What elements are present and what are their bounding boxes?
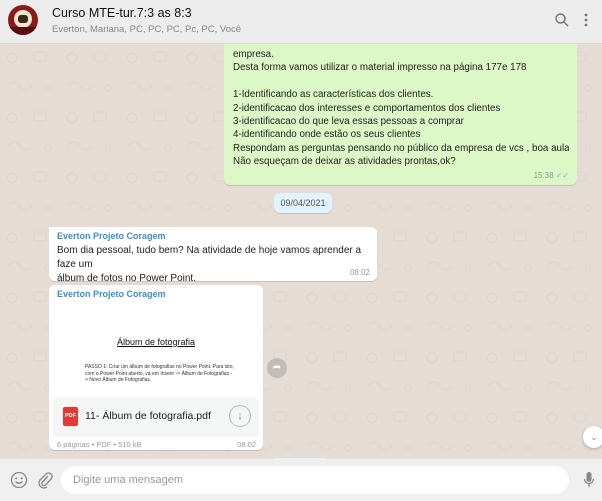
pdf-icon: PDF: [63, 407, 78, 426]
chat-title[interactable]: Curso MTE-tur.7:3 as 8:3: [52, 6, 192, 20]
message-line: Respondam as perguntas pensando no públi…: [233, 142, 569, 154]
file-meta: 6 páginas • PDF • 510 kB: [57, 440, 142, 449]
chat-header[interactable]: Curso MTE-tur.7:3 as 8:3 Everton, Marian…: [0, 0, 602, 44]
message-line: 2-identificacao dos interesses e comport…: [233, 102, 501, 114]
preview-text: PASSO 1: Criar um álbum de fotografias n…: [85, 364, 234, 383]
message-time: 08:02: [237, 440, 256, 449]
forward-icon[interactable]: ➦: [267, 358, 287, 378]
message-line: álbum de fotos no Power Point.: [57, 273, 196, 284]
incoming-file-message[interactable]: Everton Projeto Coragem Álbum de fotogra…: [49, 285, 263, 450]
document-preview[interactable]: Álbum de fotografia PASSO 1: Criar um ál…: [53, 303, 259, 395]
message-time-text: 15:38: [533, 170, 554, 180]
message-input[interactable]: [61, 466, 569, 494]
search-icon[interactable]: [554, 12, 570, 28]
message-line: [233, 75, 569, 88]
scroll-down-icon[interactable]: ⌄: [583, 426, 602, 448]
message-time: 08:02: [349, 268, 370, 277]
menu-icon[interactable]: [583, 12, 589, 28]
file-name: 11- Álbum de fotografia.pdf: [85, 410, 211, 422]
compose-bar: [0, 459, 602, 501]
sender-name[interactable]: Everton Projeto Coragem: [57, 289, 259, 299]
microphone-icon[interactable]: [583, 471, 595, 489]
file-attachment[interactable]: PDF 11- Álbum de fotografia.pdf ↓: [53, 397, 259, 437]
avatar-detail: [18, 15, 28, 23]
paperclip-icon[interactable]: [37, 471, 53, 489]
message-line: empresa.: [233, 49, 274, 60]
group-avatar[interactable]: [8, 5, 38, 35]
message-text: Bom dia pessoal, tudo bem? Na atividade …: [57, 244, 369, 286]
outgoing-message[interactable]: empresa. Desta forma vamos utilizar o ma…: [224, 44, 577, 185]
message-line: 4-identificando onde estão os seus clien…: [233, 129, 421, 141]
date-divider: 09/04/2021: [274, 193, 332, 213]
sender-name[interactable]: Everton Projeto Coragem: [57, 231, 369, 241]
message-line: 3-identificacao do que leva essas pessoa…: [233, 116, 464, 128]
message-line: Desta forma vamos utilizar o material im…: [233, 62, 527, 74]
emoji-icon[interactable]: [10, 471, 28, 489]
chat-participants: Everton, Mariana, PC, PC, PC, Pc, PC, Vo…: [52, 24, 242, 35]
message-line: 1-Identificando as características dos c…: [233, 89, 434, 101]
preview-title: Álbum de fotografia: [116, 337, 196, 347]
message-time: 15:38 ✓✓: [534, 169, 569, 182]
avatar-band: [8, 27, 38, 35]
chat-area[interactable]: empresa. Desta forma vamos utilizar o ma…: [0, 44, 602, 459]
message-line: Não esqueçam de deixar as atividades pro…: [233, 156, 456, 168]
download-icon[interactable]: ↓: [229, 405, 251, 427]
message-line: Bom dia pessoal, tudo bem? Na atividade …: [57, 245, 362, 270]
incoming-message[interactable]: Everton Projeto Coragem Bom dia pessoal,…: [49, 227, 377, 284]
read-ticks-icon: ✓✓: [555, 170, 569, 180]
